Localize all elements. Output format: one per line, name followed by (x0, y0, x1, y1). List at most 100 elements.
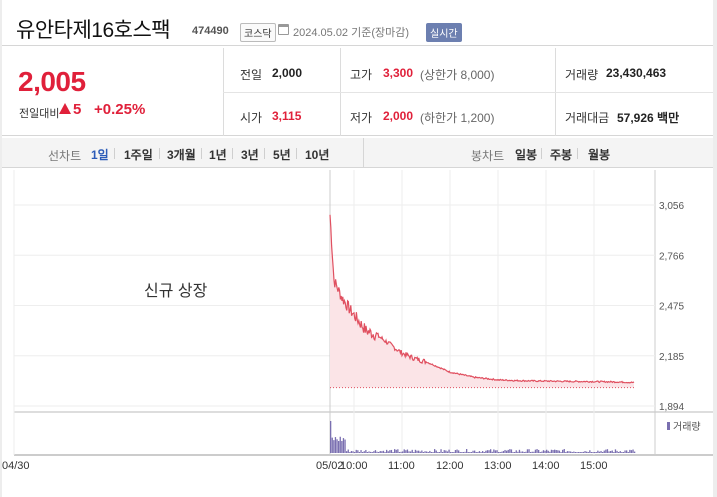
volume-bar (419, 451, 421, 453)
tab-10y[interactable]: 10년 (305, 146, 329, 163)
stock-widget: 유안타제16호스팩 474490 코스닥 2024.05.02 기준(장마감) … (2, 0, 713, 497)
volume-bar (616, 450, 618, 453)
prev-close-value: 2,000 (272, 66, 303, 80)
volume-bar (552, 449, 554, 453)
volume-bar (330, 421, 332, 453)
volume-bar (349, 452, 351, 453)
y-tick-label: 1,894 (659, 402, 684, 413)
volume-bar (358, 452, 361, 453)
volume-bar (558, 450, 561, 453)
volume-bar (571, 452, 573, 453)
low-label: 저가 (350, 111, 373, 125)
volume-bar (622, 452, 625, 453)
volume-bar (347, 449, 349, 453)
volume-bar (626, 450, 628, 453)
volume-bar (392, 452, 394, 453)
y-tick-label: 2,475 (659, 302, 684, 313)
x-tick-label: 11:00 (388, 460, 415, 470)
volume-bar (482, 451, 484, 453)
volume-bar (336, 439, 338, 453)
tab-1y[interactable]: 1년 (209, 146, 227, 163)
volume-bar (590, 452, 593, 453)
volume-bar (422, 452, 425, 453)
volume-bar (416, 450, 418, 453)
stock-header: 유안타제16호스팩 474490 코스닥 2024.05.02 기준(장마감) … (2, 0, 713, 46)
volume-bar (608, 451, 610, 453)
volume-bar (611, 450, 613, 453)
volume-bar (458, 450, 460, 453)
volume-bar (629, 449, 631, 453)
volume-bar (531, 451, 533, 453)
volume-bar (594, 452, 596, 453)
volume-bar (374, 450, 377, 453)
volume-bar (542, 450, 545, 453)
x-tick-label: 14:00 (532, 460, 560, 470)
volume-bar (541, 451, 543, 453)
volume-bar (437, 452, 439, 453)
tab-3m[interactable]: 3개월 (167, 146, 196, 163)
y-tick-label: 2,185 (659, 352, 684, 363)
volume-bar (555, 450, 557, 453)
volume-bar (368, 451, 370, 453)
realtime-button[interactable]: 실시간 (426, 23, 462, 42)
volume-bar (342, 438, 345, 453)
volume-bar (366, 452, 369, 453)
candle-chart-label: 봉차트 (471, 149, 505, 163)
stock-name[interactable]: 유안타제16호스팩 (16, 14, 171, 44)
volume-bar (554, 449, 556, 453)
price-chart[interactable]: 3,056 2,766 2,475 2,185 1,894 04/30 05/02 10:0… (2, 170, 713, 470)
volume-bar (518, 449, 521, 453)
volume-bar (502, 450, 505, 453)
tab-weekly-candle[interactable]: 주봉 (550, 146, 572, 163)
x-tick-label: 04/30 (2, 460, 30, 470)
volume-bar (517, 451, 519, 453)
volume-bar (355, 449, 357, 453)
volume-bar (466, 449, 468, 453)
volume-bar (406, 449, 409, 453)
volume-bar (574, 451, 577, 453)
volume-bar (501, 451, 503, 453)
tab-monthly-candle[interactable]: 월봉 (588, 146, 610, 163)
high-value: 3,300 (383, 66, 414, 80)
volume-bar (448, 449, 450, 453)
volume-bar (619, 451, 621, 453)
volume-bar (472, 450, 474, 453)
prev-close-label: 전일 (240, 68, 263, 82)
tab-1d[interactable]: 1일 (91, 146, 109, 163)
volume-bar (400, 451, 402, 453)
volume-bar (514, 452, 516, 453)
volume-bar (563, 449, 565, 453)
stock-code: 474490 (192, 25, 229, 37)
tab-1w[interactable]: 1주일 (124, 146, 153, 163)
volume-bar (586, 451, 588, 453)
volume-bar (445, 450, 447, 453)
volume-bar (618, 452, 620, 453)
market-badge: 코스닥 (240, 23, 276, 42)
volume-bar (478, 451, 481, 453)
volume-bar (528, 449, 530, 453)
x-tick-label: 12:00 (436, 460, 464, 470)
tab-5y[interactable]: 5년 (273, 146, 291, 163)
tab-3y[interactable]: 3년 (241, 146, 259, 163)
volume-bar (526, 449, 529, 453)
volume-bar (384, 452, 386, 453)
volume-bar (462, 452, 465, 453)
volume-bar (578, 452, 580, 453)
volume-bar (634, 451, 636, 453)
tab-daily-candle[interactable]: 일봉 (515, 146, 537, 163)
volume-bar (566, 451, 569, 453)
volume-bar (378, 452, 380, 453)
volume-bar (498, 452, 500, 453)
volume-bar (410, 451, 412, 453)
volume-bar (446, 451, 449, 453)
volume-bar (600, 450, 602, 453)
volume-bar (533, 451, 535, 453)
volume-bar (453, 452, 455, 453)
volume-bar (509, 449, 511, 453)
volume-bar (589, 450, 591, 453)
volume-bar (440, 449, 442, 453)
lower-limit: (하한가 1,200) (420, 111, 495, 125)
volume-bar (333, 440, 335, 453)
volume-bar (434, 449, 436, 453)
volume-label: 거래량 (565, 68, 599, 82)
